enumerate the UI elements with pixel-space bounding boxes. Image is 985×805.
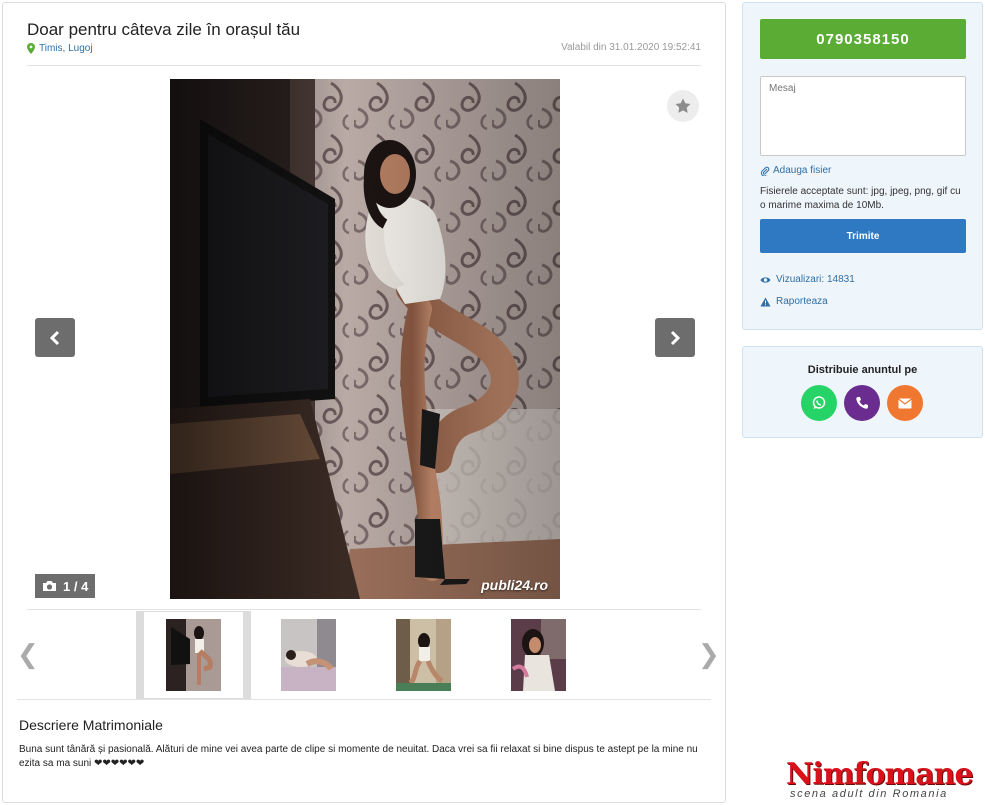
- map-pin-icon: [27, 43, 35, 54]
- chevron-right-icon: [670, 330, 681, 345]
- description-text: Buna sunt tânără și pasională. Alături d…: [19, 744, 698, 769]
- thumbnail-image: [166, 619, 221, 691]
- accepted-files-note: Fisierele acceptate sunt: jpg, jpeg, png…: [760, 186, 961, 211]
- report-label: Raporteaza: [776, 296, 828, 307]
- site-logo[interactable]: Nimfomane scena adult din Romania: [784, 757, 984, 803]
- share-whatsapp-button[interactable]: [801, 385, 837, 421]
- thumbnail-2[interactable]: [251, 611, 366, 699]
- divider: [27, 609, 701, 610]
- logo-tagline: scena adult din Romania: [790, 788, 948, 800]
- listing-title: Doar pentru câteva zile în orașul tău: [27, 20, 301, 39]
- chevron-left-icon: [49, 330, 60, 345]
- watermark-text: publi24.ro: [481, 577, 548, 593]
- description-heading: Descriere Matrimoniale: [19, 717, 163, 733]
- logo-name: Nimfomane: [786, 757, 974, 792]
- listing-location[interactable]: Timis, Lugoj: [27, 43, 93, 54]
- phone-icon: [856, 397, 868, 409]
- share-title: Distribuie anuntul pe: [807, 364, 918, 376]
- views-text: Vizualizari: 14831: [776, 274, 855, 285]
- thumbnail-image: [281, 619, 336, 691]
- share-viber-button[interactable]: [844, 385, 880, 421]
- whatsapp-icon: [812, 396, 826, 409]
- share-panel: Distribuie anuntul pe: [742, 346, 983, 438]
- thumbnails-previous-button[interactable]: ❮: [17, 641, 39, 667]
- send-button[interactable]: Trimite: [760, 219, 966, 253]
- thumbnail-strip: [136, 611, 596, 699]
- attach-file-label: Adauga fisier: [773, 165, 832, 176]
- warning-icon: [760, 297, 771, 306]
- thumbnail-image: [511, 619, 566, 691]
- envelope-icon: [898, 398, 912, 408]
- divider: [27, 65, 701, 66]
- phone-number-button[interactable]: 0790358150: [760, 19, 966, 59]
- eye-icon: [760, 276, 771, 283]
- photo-illustration: [170, 79, 560, 599]
- thumbnail-4[interactable]: [481, 611, 596, 699]
- thumbnail-1[interactable]: [136, 611, 251, 699]
- location-text: Timis, Lugoj: [39, 43, 93, 54]
- contact-panel: 0790358150 Adauga fisier Fisierele accep…: [742, 2, 983, 330]
- message-input[interactable]: [760, 76, 966, 156]
- paperclip-icon: [760, 166, 770, 176]
- thumbnail-3[interactable]: [366, 611, 481, 699]
- share-email-button[interactable]: [887, 385, 923, 421]
- thumbnails-next-button[interactable]: ❯: [698, 641, 720, 667]
- attach-file-link[interactable]: Adauga fisier: [760, 165, 831, 176]
- thumbnail-frame: [144, 612, 243, 698]
- photo-counter: 1 / 4: [35, 574, 96, 598]
- star-icon: [675, 98, 691, 113]
- share-buttons: [801, 385, 923, 421]
- divider: [17, 699, 711, 700]
- report-link[interactable]: Raporteaza: [760, 296, 828, 307]
- photo-counter-text: 1 / 4: [63, 578, 89, 594]
- valid-from-date: Valabil din 31.01.2020 19:52:41: [561, 42, 701, 53]
- listing-card: Doar pentru câteva zile în orașul tău Ti…: [2, 2, 726, 803]
- main-photo[interactable]: publi24.ro: [170, 79, 560, 599]
- camera-icon: [43, 581, 56, 591]
- previous-photo-button[interactable]: [35, 318, 75, 357]
- thumbnail-image: [396, 619, 451, 691]
- next-photo-button[interactable]: [655, 318, 695, 357]
- views-count: Vizualizari: 14831: [760, 274, 855, 285]
- favorite-button[interactable]: [667, 90, 699, 122]
